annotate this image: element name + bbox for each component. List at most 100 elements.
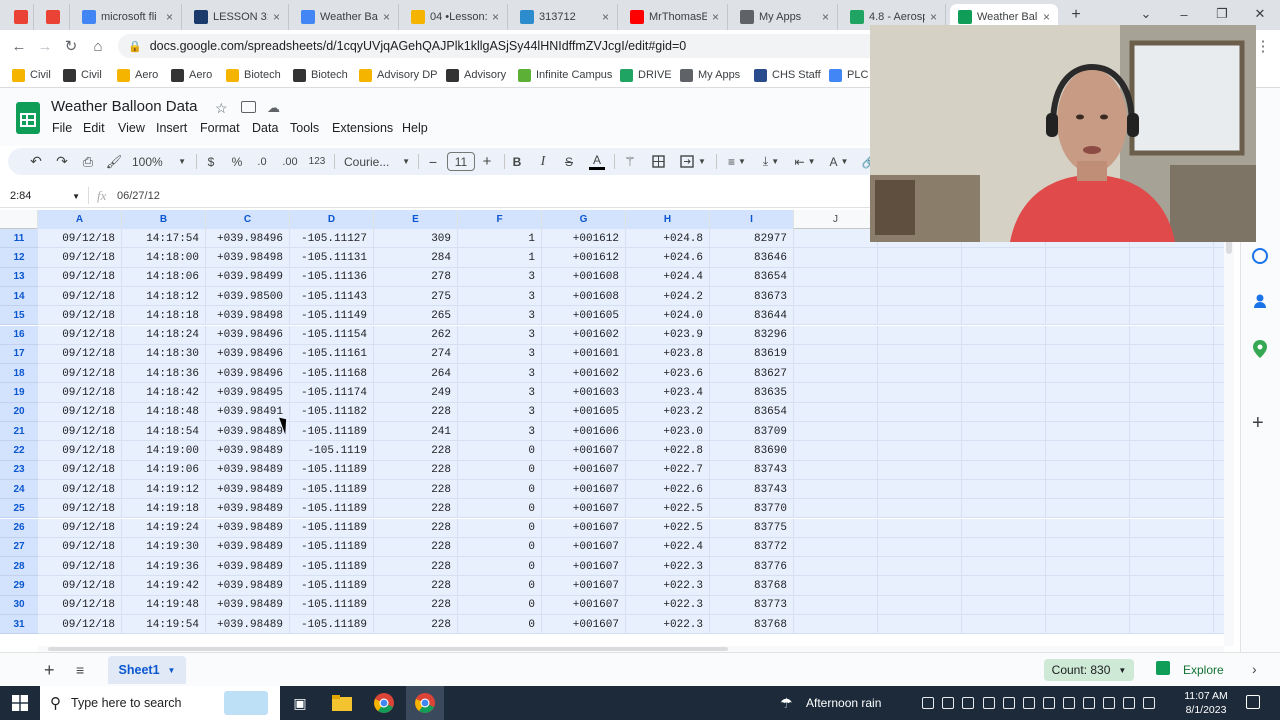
maximize-button[interactable]: ❐ [1202, 2, 1242, 26]
table-cell[interactable] [878, 499, 962, 519]
table-cell[interactable]: +039.98499 [206, 267, 290, 287]
taskbar-search-box[interactable]: ⚲ Type here to search [40, 686, 280, 720]
count-summary-chip[interactable]: Count: 830 ▼ [1044, 659, 1134, 681]
table-cell[interactable] [878, 441, 962, 461]
browser-tab[interactable]: 04 •Lesson: / × [403, 4, 508, 30]
table-cell[interactable]: +039.98498 [206, 248, 290, 268]
table-cell[interactable]: +022.5 [626, 518, 710, 538]
table-cell[interactable]: 228 [374, 402, 458, 422]
table-cell[interactable]: 83690 [710, 441, 794, 461]
table-cell[interactable]: +022.7 [626, 460, 710, 480]
table-cell[interactable] [962, 422, 1046, 442]
table-cell[interactable]: 14:18:24 [122, 325, 206, 345]
sheets-logo-icon[interactable] [16, 102, 40, 134]
row-header[interactable]: 29 [0, 576, 38, 596]
row-header[interactable]: 11 [0, 229, 38, 249]
table-cell[interactable]: 228 [374, 479, 458, 500]
table-cell[interactable]: -105.1119 [290, 441, 374, 461]
table-cell[interactable] [794, 595, 878, 615]
table-cell[interactable] [794, 286, 878, 307]
column-header[interactable]: A [38, 210, 122, 229]
table-cell[interactable]: -105.11182 [290, 402, 374, 422]
table-cell[interactable]: 228 [374, 615, 458, 635]
browser-tab[interactable] [38, 4, 70, 30]
table-cell[interactable]: +039.98495 [206, 383, 290, 403]
table-cell[interactable]: 228 [374, 499, 458, 519]
table-cell[interactable] [1130, 325, 1214, 345]
contacts-icon[interactable] [1254, 294, 1266, 308]
wifi-icon[interactable] [1123, 697, 1135, 709]
table-cell[interactable] [794, 267, 878, 287]
table-cell[interactable]: 09/12/18 [38, 306, 122, 326]
vertical-align-icon[interactable]: ⤓ ▼ [756, 152, 786, 171]
table-cell[interactable] [962, 267, 1046, 287]
table-cell[interactable]: 09/12/18 [38, 595, 122, 615]
currency-format-button[interactable]: $ [204, 152, 218, 171]
table-cell[interactable] [1046, 383, 1130, 403]
table-cell[interactable] [1130, 499, 1214, 519]
menu-item[interactable]: Insert [156, 121, 187, 135]
task-view-icon[interactable]: ▣ [288, 691, 312, 715]
table-cell[interactable]: 228 [374, 576, 458, 596]
table-cell[interactable]: +001602 [542, 364, 626, 384]
table-cell[interactable] [878, 479, 962, 500]
table-cell[interactable]: -105.11131 [290, 248, 374, 268]
table-cell[interactable] [794, 479, 878, 500]
browser-tab[interactable]: LESSON 3: V × [186, 4, 289, 30]
text-wrapping-icon[interactable]: ⇤ ▼ [790, 152, 820, 171]
table-cell[interactable]: -105.11189 [290, 576, 374, 596]
table-cell[interactable]: 0 [458, 557, 542, 577]
table-cell[interactable] [878, 344, 962, 365]
table-cell[interactable] [962, 286, 1046, 307]
table-cell[interactable] [1046, 576, 1130, 596]
formula-input[interactable]: 06/27/12 [117, 190, 160, 202]
table-cell[interactable] [1046, 344, 1130, 365]
maps-icon[interactable] [1253, 340, 1267, 358]
text-rotation-icon[interactable]: A ▼ [824, 152, 854, 171]
table-cell[interactable] [962, 557, 1046, 577]
table-cell[interactable] [878, 460, 962, 480]
table-cell[interactable]: 14:19:30 [122, 537, 206, 558]
table-cell[interactable]: 14:19:12 [122, 479, 206, 500]
table-cell[interactable]: -105.11174 [290, 383, 374, 403]
table-cell[interactable]: +022.3 [626, 557, 710, 577]
table-cell[interactable]: 14:19:06 [122, 460, 206, 480]
row-header[interactable]: 20 [0, 402, 38, 422]
table-cell[interactable]: +039.98489 [206, 460, 290, 480]
table-cell[interactable]: 14:19:54 [122, 615, 206, 635]
table-cell[interactable]: +001608 [542, 286, 626, 307]
table-cell[interactable]: +024.8 [626, 229, 710, 249]
table-cell[interactable]: 14:18:00 [122, 248, 206, 268]
table-cell[interactable]: 83654 [710, 402, 794, 422]
table-cell[interactable] [962, 441, 1046, 461]
bookmark-item[interactable]: Infinite Campus [518, 67, 612, 83]
document-title[interactable]: Weather Balloon Data [51, 98, 197, 115]
table-cell[interactable]: +039.98496 [206, 229, 290, 249]
percent-format-button[interactable]: % [230, 152, 244, 171]
chrome-icon[interactable] [1003, 697, 1015, 709]
bookmark-item[interactable]: Civil [12, 67, 51, 83]
table-cell[interactable]: 09/12/18 [38, 229, 122, 249]
table-cell[interactable]: 09/12/18 [38, 344, 122, 365]
table-cell[interactable]: +001607 [542, 615, 626, 635]
table-cell[interactable]: 3 [458, 325, 542, 345]
minimize-button[interactable]: – [1164, 2, 1204, 26]
table-cell[interactable]: 3 [458, 306, 542, 326]
close-tab-icon[interactable]: × [822, 10, 829, 24]
onedrive-icon[interactable] [983, 697, 995, 709]
battery-icon[interactable] [1103, 697, 1115, 709]
row-header[interactable]: 14 [0, 286, 38, 307]
table-cell[interactable]: 0 [458, 460, 542, 480]
table-cell[interactable]: +001602 [542, 325, 626, 345]
table-cell[interactable]: -105.11154 [290, 325, 374, 345]
table-cell[interactable]: 14:17:54 [122, 229, 206, 249]
table-cell[interactable]: +001607 [542, 441, 626, 461]
decrease-decimal-button[interactable]: .0 [254, 152, 270, 171]
table-cell[interactable]: 0 [458, 479, 542, 500]
table-cell[interactable]: 14:19:42 [122, 576, 206, 596]
table-cell[interactable] [1046, 479, 1130, 500]
table-cell[interactable]: 09/12/18 [38, 383, 122, 403]
windows-start-icon[interactable] [8, 691, 32, 715]
table-cell[interactable]: 0 [458, 615, 542, 635]
table-cell[interactable] [878, 615, 962, 635]
